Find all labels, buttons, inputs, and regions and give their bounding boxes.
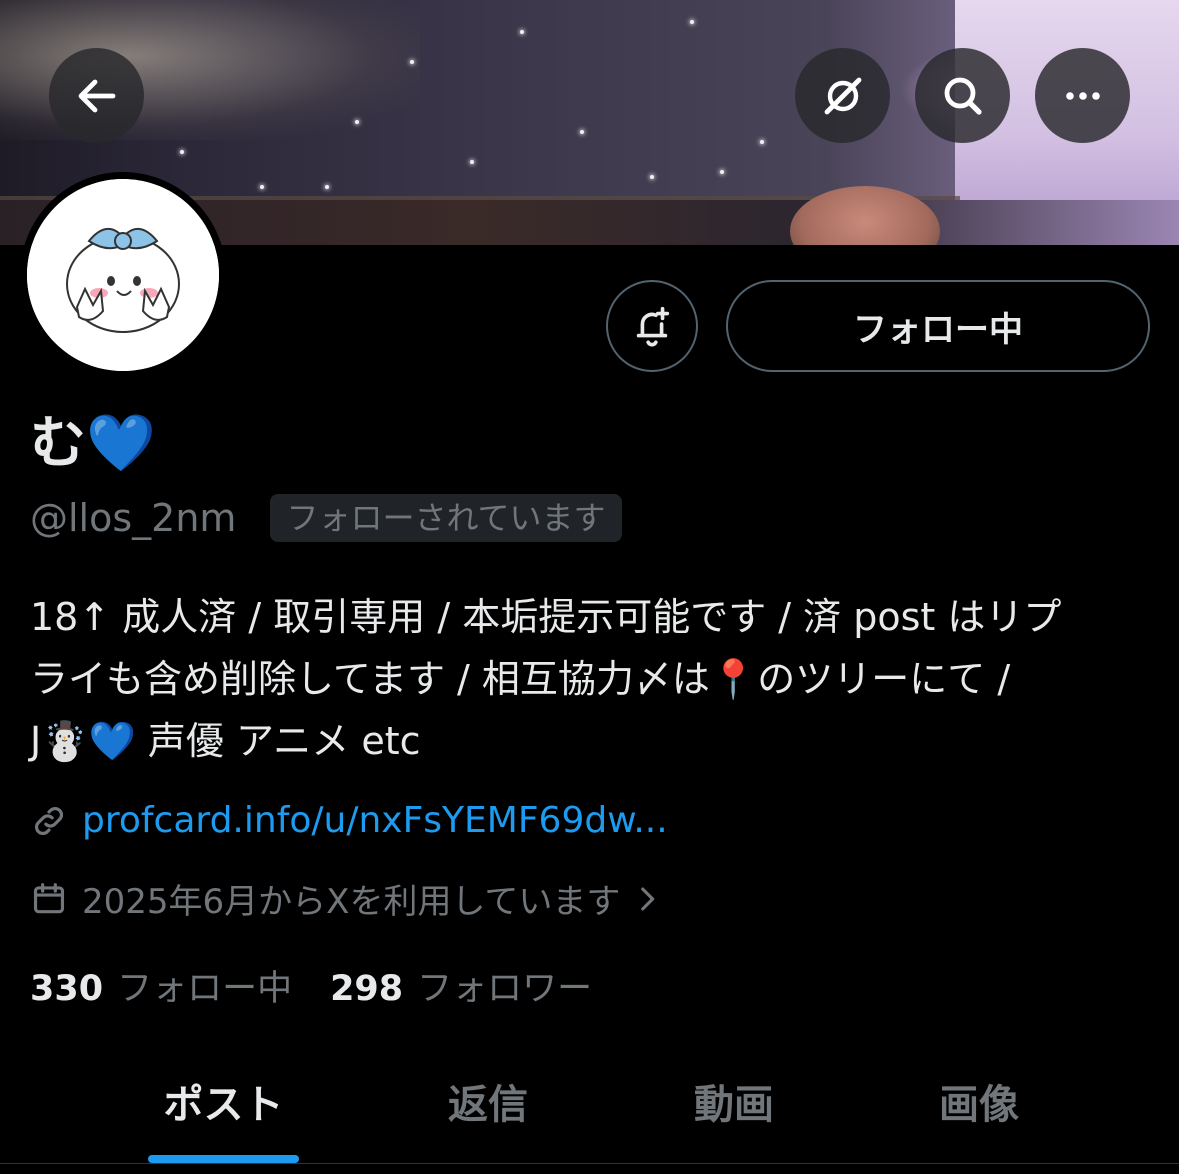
banner-star xyxy=(760,140,764,144)
follow-counts: 330 フォロー中 298 フォロワー xyxy=(30,960,592,1011)
avatar[interactable] xyxy=(27,179,219,371)
chevron-right-icon xyxy=(641,887,655,910)
bio-line: 18↑ 成人済 / 取引専用 / 本垢提示可能です / 済 post はリプ xyxy=(30,595,1062,639)
arrow-left-icon xyxy=(78,79,115,112)
banner-star xyxy=(720,170,724,174)
followers-count: 298 xyxy=(330,969,404,1009)
banner-star xyxy=(355,120,359,124)
banner-star xyxy=(520,30,524,34)
following-count-link[interactable]: 330 フォロー中 xyxy=(30,960,292,1011)
banner-star xyxy=(180,150,184,154)
tab-images[interactable]: 画像 xyxy=(899,1072,1059,1130)
calendar-icon xyxy=(33,882,65,913)
profile-link-row: profcard.info/u/nxFsYEMF69dw... xyxy=(30,800,668,841)
display-name: む💙 xyxy=(30,411,156,476)
following-button[interactable]: フォロー中 xyxy=(726,280,1150,372)
banner-star xyxy=(470,160,474,164)
tab-videos[interactable]: 動画 xyxy=(654,1072,814,1130)
tabs-divider xyxy=(0,1163,1179,1164)
banner-star xyxy=(690,20,694,24)
bell-plus-icon xyxy=(636,306,670,347)
banner-star xyxy=(650,175,654,179)
profile-tabs: ポスト 返信 動画 画像 xyxy=(0,1060,1179,1174)
avatar-character-icon xyxy=(27,179,219,371)
bio: 18↑ 成人済 / 取引専用 / 本垢提示可能です / 済 post はリプ ラ… xyxy=(30,586,1150,772)
handle: @llos_2nm xyxy=(30,496,237,540)
bio-line: J☃️💙 声優 アニメ etc xyxy=(30,719,421,763)
tab-replies[interactable]: 返信 xyxy=(408,1072,568,1130)
joined-row[interactable]: 2025年6月からXを利用しています xyxy=(30,874,664,923)
bio-line: ライも含め削除してます / 相互協力〆は📍のツリーにて / xyxy=(30,657,1011,701)
following-count: 330 xyxy=(30,969,104,1009)
banner-star xyxy=(410,60,414,64)
handle-row: @llos_2nm フォローされています xyxy=(30,494,622,542)
banner-figure xyxy=(790,186,940,245)
search-icon xyxy=(944,77,982,115)
more-button[interactable] xyxy=(1035,48,1130,143)
back-button[interactable] xyxy=(49,48,144,143)
notification-button[interactable] xyxy=(606,280,698,372)
followers-label: フォロワー xyxy=(417,969,593,1009)
banner-star xyxy=(325,185,329,189)
active-tab-indicator xyxy=(148,1155,299,1163)
more-horizontal-icon xyxy=(1065,91,1100,100)
follows-you-badge: フォローされています xyxy=(270,494,622,542)
grok-icon xyxy=(824,77,861,114)
banner-star xyxy=(580,130,584,134)
tab-posts[interactable]: ポスト xyxy=(148,1072,299,1130)
joined-date: 2025年6月からXを利用しています xyxy=(82,882,621,922)
profile-link[interactable]: profcard.info/u/nxFsYEMF69dw... xyxy=(82,800,668,841)
following-label: フォロー中 xyxy=(117,969,293,1009)
search-button[interactable] xyxy=(915,48,1010,143)
followers-count-link[interactable]: 298 フォロワー xyxy=(330,960,592,1011)
link-icon xyxy=(35,806,63,835)
banner-star xyxy=(260,185,264,189)
grok-button[interactable] xyxy=(795,48,890,143)
